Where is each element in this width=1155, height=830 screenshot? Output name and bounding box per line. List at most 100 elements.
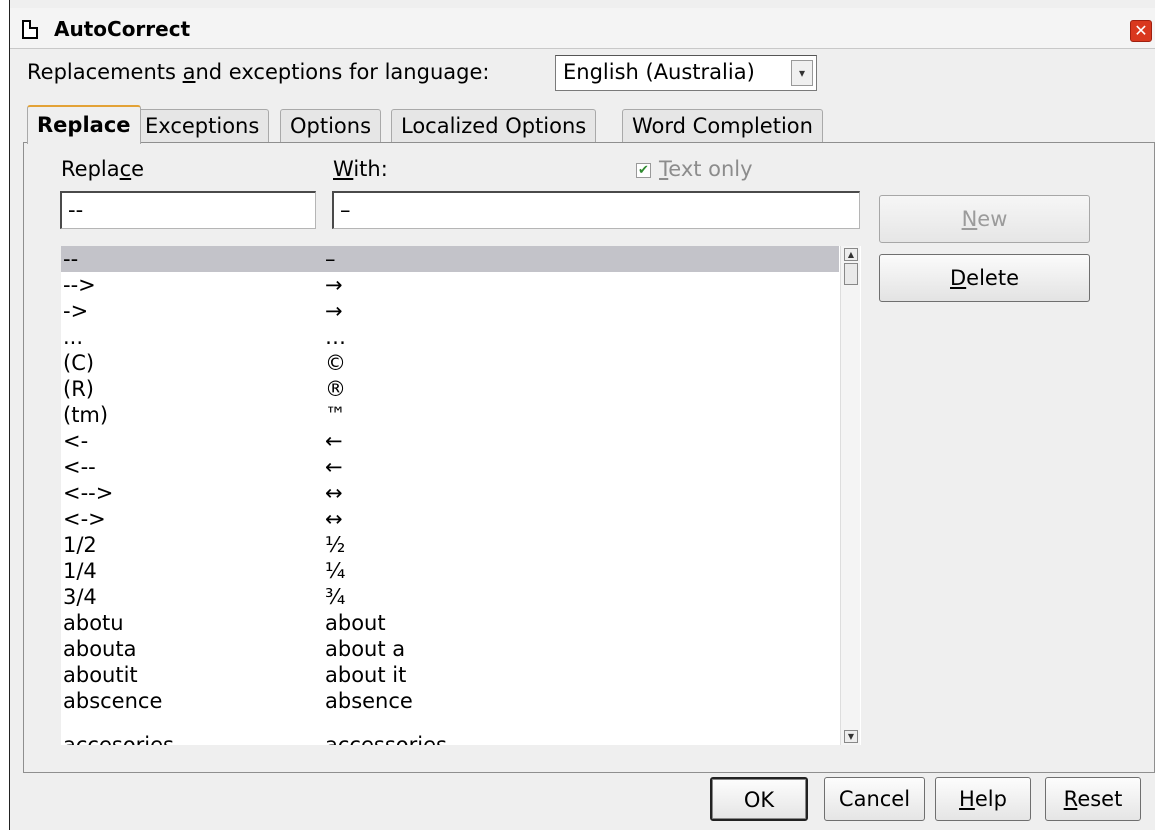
replace-cell: <->: [63, 507, 106, 531]
table-row[interactable]: (R) ®: [61, 376, 839, 402]
with-cell: ¼: [325, 559, 346, 583]
with-cell: …: [325, 325, 346, 349]
with-cell: about a: [325, 637, 406, 661]
cancel-button[interactable]: Cancel: [824, 777, 925, 821]
replace-cell: 1/2: [63, 533, 97, 557]
table-row[interactable]: abotu about: [61, 610, 839, 636]
table-row[interactable]: accesories accessories: [61, 732, 839, 745]
replace-cell: <-->: [63, 481, 114, 505]
ok-button[interactable]: OK: [710, 777, 808, 821]
replace-cell: (R): [63, 377, 94, 401]
with-cell: absence: [325, 689, 413, 713]
table-row[interactable]: <--> ↔: [61, 480, 839, 506]
table-row[interactable]: (tm) ™: [61, 402, 839, 428]
with-cell: ¾: [325, 585, 346, 609]
with-cell: –: [325, 247, 336, 271]
replace-cell: ...: [63, 325, 84, 349]
with-cell: →: [325, 299, 343, 323]
with-cell: accessories: [325, 733, 447, 745]
table-row[interactable]: -> →: [61, 298, 839, 324]
with-cell: ↔: [325, 481, 343, 505]
with-cell: ™: [325, 403, 346, 427]
new-accel: N: [961, 207, 978, 231]
language-select-value: English (Australia): [563, 60, 755, 84]
chevron-down-icon[interactable]: ▾: [791, 60, 813, 86]
replace-cell: abscence: [63, 689, 163, 713]
replace-input[interactable]: --: [60, 191, 316, 229]
replace-column-label: Replace: [61, 157, 144, 181]
table-row[interactable]: -- –: [61, 246, 839, 272]
scroll-thumb[interactable]: [844, 263, 858, 285]
replace-label-accel: c: [119, 157, 132, 181]
replace-cell: (tm): [63, 403, 109, 427]
language-label-part: nd exceptions for language:: [195, 60, 490, 84]
title-bar[interactable]: AutoCorrect ✕: [10, 8, 1155, 49]
language-label-accel: a: [182, 60, 196, 84]
replace-cell: --: [63, 247, 79, 271]
delete-accel: D: [950, 266, 967, 290]
with-label-part: ith:: [353, 157, 388, 181]
close-button[interactable]: ✕: [1130, 20, 1152, 42]
table-row[interactable]: 1/2 ½: [61, 532, 839, 558]
table-row[interactable]: <-- ←: [61, 454, 839, 480]
delete-label: elete: [966, 266, 1019, 290]
with-cell: about: [325, 611, 386, 635]
replace-cell: 1/4: [63, 559, 97, 583]
replace-cell: abotu: [63, 611, 124, 635]
table-row[interactable]: 3/4 ¾: [61, 584, 839, 610]
text-only-accel: T: [659, 157, 669, 181]
table-row[interactable]: abouta about a: [61, 636, 839, 662]
tab-word-completion[interactable]: Word Completion: [622, 109, 823, 143]
autocorrect-dialog: AutoCorrect ✕ Replacements and exception…: [9, 0, 1155, 830]
tab-exceptions[interactable]: Exceptions: [135, 109, 270, 143]
new-button[interactable]: New: [879, 195, 1090, 243]
document-icon: [22, 20, 38, 39]
with-cell: ←: [325, 429, 343, 453]
text-only-label: ext only: [668, 157, 753, 181]
delete-button[interactable]: Delete: [879, 254, 1090, 302]
table-row[interactable]: abscence absence: [61, 688, 839, 714]
with-cell: ®: [325, 377, 346, 401]
language-label-part: Replacements: [27, 60, 183, 84]
replace-label-part: e: [131, 157, 145, 181]
tab-localized-options[interactable]: Localized Options: [391, 109, 597, 143]
help-button[interactable]: Help: [935, 777, 1031, 821]
with-label-accel: W: [333, 157, 354, 181]
table-row[interactable]: <- ←: [61, 428, 839, 454]
table-row[interactable]: --> →: [61, 272, 839, 298]
with-cell: →: [325, 273, 343, 297]
table-row[interactable]: <-> ↔: [61, 506, 839, 532]
table-row[interactable]: aboutit about it: [61, 662, 839, 688]
language-select[interactable]: English (Australia) ▾: [555, 55, 817, 91]
table-row[interactable]: (C) ©: [61, 350, 839, 376]
with-cell: ↔: [325, 507, 343, 531]
replace-cell: aboutit: [63, 663, 138, 687]
replace-cell: 3/4: [63, 585, 97, 609]
tab-options[interactable]: Options: [280, 109, 382, 143]
replace-label-part: Repla: [61, 157, 120, 181]
reset-button[interactable]: Reset: [1045, 777, 1141, 821]
replace-cell: ->: [63, 299, 89, 323]
language-label: Replacements and exceptions for language…: [27, 60, 489, 84]
replace-cell: -->: [63, 273, 96, 297]
window-title: AutoCorrect: [54, 17, 191, 41]
with-column-label: With:: [333, 157, 388, 181]
help-label: elp: [974, 787, 1007, 811]
vertical-scrollbar[interactable]: ▲ ▼: [840, 246, 860, 745]
scroll-up-icon[interactable]: ▲: [844, 248, 858, 261]
with-cell: ½: [325, 533, 346, 557]
replace-cell: <-: [63, 429, 89, 453]
with-cell: ©: [325, 351, 346, 375]
text-only-checkbox[interactable]: ✔ Text only: [636, 157, 753, 181]
replacement-table[interactable]: -- – --> → -> → ... … (C) © (R) ® (tm) ™ <- ← <-…: [61, 246, 861, 745]
tab-replace[interactable]: Replace: [27, 105, 141, 144]
with-cell: about it: [325, 663, 407, 687]
with-input[interactable]: –: [332, 191, 860, 229]
table-row[interactable]: ... …: [61, 324, 839, 350]
replace-cell: (C): [63, 351, 95, 375]
scroll-down-icon[interactable]: ▼: [844, 730, 858, 743]
reset-accel: R: [1063, 787, 1078, 811]
reset-label: eset: [1077, 787, 1123, 811]
table-row[interactable]: 1/4 ¼: [61, 558, 839, 584]
checkmark-icon[interactable]: ✔: [636, 162, 651, 178]
